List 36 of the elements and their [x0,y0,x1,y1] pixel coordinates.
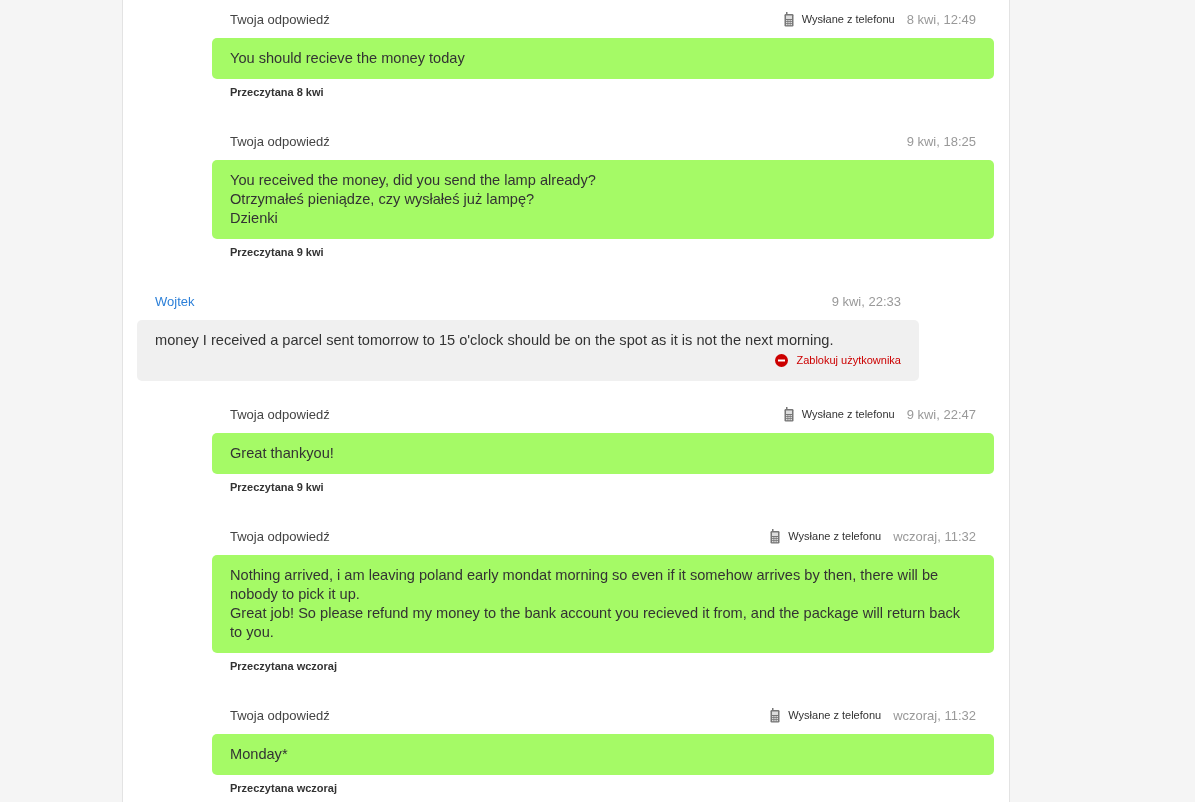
sent-from-label: Wysłane z telefonu [801,13,895,25]
message-text: Nothing arrived, i am leaving poland early mondat morning so even if it somehow arrives by then, there will be nobody to pick it up. [230,566,940,604]
message-time: wczoraj, 11:32 [893,707,976,723]
read-status: Przeczytana 9 kwi [229,245,325,258]
read-status: Przeczytana wczoraj [229,659,338,672]
message-time: 9 kwi, 22:33 [831,293,901,309]
sent-from-label: Wysłane z telefonu [788,709,882,721]
phone-icon [770,528,781,544]
phone-icon [783,406,794,422]
reply-label: Twoja odpowiedź [230,707,330,723]
phone-icon [783,11,794,27]
read-status: Przeczytana wczoraj [229,781,338,794]
reply-label: Twoja odpowiedź [230,528,330,544]
message-text: Monday* [230,745,289,764]
block-icon [775,354,789,367]
message-time: wczoraj, 11:32 [893,528,976,544]
sent-from-label: Wysłane z telefonu [801,408,895,420]
read-status: Przeczytana 9 kwi [229,480,325,493]
message-text: You should recieve the money today [230,49,466,68]
message-text: Great thankyou! [230,444,335,463]
message-time: 9 kwi, 22:47 [906,406,976,422]
reply-label: Twoja odpowiedź [230,406,330,422]
message-text: Otrzymałeś pieniądze, czy wysłałeś już lampę? [230,190,536,209]
message-time: 8 kwi, 12:49 [906,11,976,27]
reply-label: Twoja odpowiedź [230,11,330,27]
reply-label: Twoja odpowiedź [230,133,330,149]
message-text: Great job! So please refund my money to the bank account you recieved it from, and the package will return back to you. [230,604,962,642]
sender-name: Wojtek [155,293,195,309]
sent-from-label: Wysłane z telefonu [788,530,882,542]
phone-icon [770,707,781,723]
message-time: 9 kwi, 18:25 [906,133,976,149]
message-text: money I received a parcel sent tomorrow to 15 o'clock should be on the spot as it is not the next morning. [155,331,835,350]
read-status: Przeczytana 8 kwi [229,85,325,98]
message-text: You received the money, did you send the lamp already? [230,171,597,190]
message-text: Dzienki [230,209,279,228]
block-user-link[interactable]: Zablokuj użytkownika [796,351,901,370]
